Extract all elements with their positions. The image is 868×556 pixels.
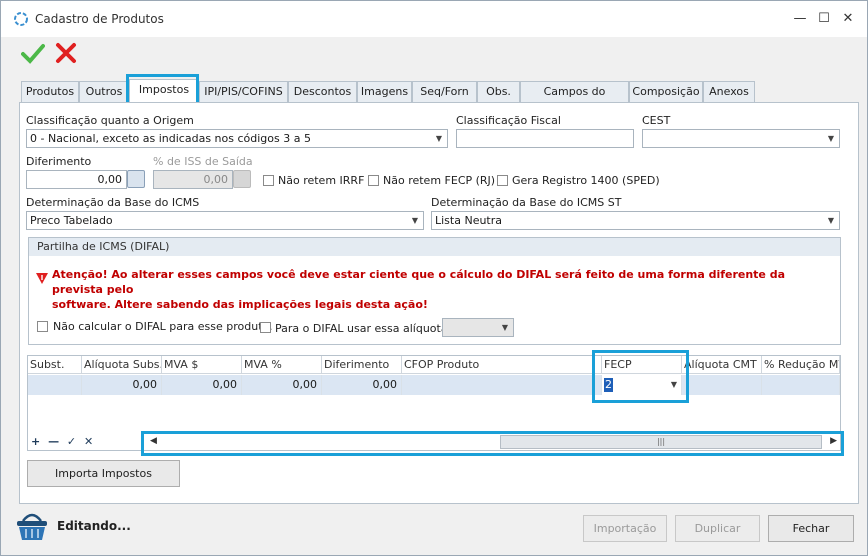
base-icms-value: Preco Tabelado xyxy=(30,214,113,227)
warning-icon xyxy=(36,273,48,284)
base-icms-label: Determinação da Base do ICMS xyxy=(26,196,200,209)
grid-cell-aliquota-cmt[interactable] xyxy=(682,375,762,395)
app-icon xyxy=(14,12,28,26)
add-row-icon[interactable]: + xyxy=(31,435,40,448)
window-title: Cadastro de Produtos xyxy=(35,12,164,26)
cest-select[interactable]: ▼ xyxy=(642,129,840,148)
tab-produtos[interactable]: Produtos xyxy=(21,81,79,103)
diferimento-label: Diferimento xyxy=(26,155,92,168)
difal-warning: Atenção! Ao alterar esses campos você de… xyxy=(52,267,822,312)
grid-header-cfop[interactable]: CFOP Produto xyxy=(402,356,602,374)
duplicar-button[interactable]: Duplicar xyxy=(675,515,760,542)
iss-input[interactable]: 0,00 xyxy=(153,170,233,189)
tab-obs[interactable]: Obs. xyxy=(477,81,520,103)
tab-campos-usuario[interactable]: Campos do Usuário xyxy=(520,81,629,118)
grid-header-subst[interactable]: Subst. xyxy=(28,356,82,374)
tab-anexos[interactable]: Anexos xyxy=(703,81,755,103)
base-icms-st-select[interactable]: Lista Neutra ▼ xyxy=(431,211,840,230)
grid-header-mva-percent[interactable]: MVA % xyxy=(242,356,322,374)
grid-header-mva-valor[interactable]: MVA $ xyxy=(162,356,242,374)
grid-cell-mva-valor[interactable]: 0,00 xyxy=(162,375,242,395)
fiscal-label: Classificação Fiscal xyxy=(456,114,561,127)
title-bar: Cadastro de Produtos — ☐ ✕ xyxy=(1,1,867,37)
aliquota-select[interactable]: ▼ xyxy=(442,318,514,337)
fechar-button[interactable]: Fechar xyxy=(768,515,854,542)
difal-warning-line2: software. Altere sabendo das implicações… xyxy=(52,298,428,311)
importa-impostos-button[interactable]: Importa Impostos xyxy=(27,460,180,487)
horizontal-scrollbar[interactable]: ◀ ||| ▶ xyxy=(141,431,844,456)
nao-calcular-difal-label: Não calcular o DIFAL para esse produto. xyxy=(53,320,273,333)
cancel-row-icon[interactable]: ✕ xyxy=(84,435,93,448)
grid-cell-cfop[interactable] xyxy=(402,375,602,395)
importacao-button[interactable]: Importação xyxy=(583,515,667,542)
grid-header-diferimento[interactable]: Diferimento xyxy=(322,356,402,374)
status-text: Editando... xyxy=(57,519,131,533)
base-icms-st-label: Determinação da Base do ICMS ST xyxy=(431,196,622,209)
calculator-icon[interactable] xyxy=(127,170,145,188)
grid-cell-reducao-mva[interactable] xyxy=(762,375,840,395)
grid-cell-mva-percent[interactable]: 0,00 xyxy=(242,375,322,395)
scroll-right-icon[interactable]: ▶ xyxy=(830,436,837,446)
difal-group-title: Partilha de ICMS (DIFAL) xyxy=(29,238,840,256)
scroll-left-icon[interactable]: ◀ xyxy=(150,436,157,446)
cest-label: CEST xyxy=(642,114,671,127)
grid-header-reducao-mva[interactable]: % Redução MVA xyxy=(762,356,840,374)
gera-registro-label: Gera Registro 1400 (SPED) xyxy=(512,174,660,187)
usar-aliquota-label: Para o DIFAL usar essa alíquota: xyxy=(275,322,452,335)
diferimento-input[interactable]: 0,00 xyxy=(26,170,127,189)
grid-header-aliquota-cmt[interactable]: Alíquota CMT xyxy=(682,356,762,374)
maximize-button[interactable]: ☐ xyxy=(813,9,835,29)
tab-imagens[interactable]: Imagens xyxy=(357,81,412,103)
check-icon[interactable] xyxy=(21,41,45,65)
nao-calcular-difal-checkbox[interactable] xyxy=(37,321,48,332)
grid-cell-subst[interactable] xyxy=(28,375,82,395)
grid-cell-diferimento[interactable]: 0,00 xyxy=(322,375,402,395)
minimize-button[interactable]: — xyxy=(789,9,811,29)
grid-cell-aliquota-subs[interactable]: 0,00 xyxy=(82,375,162,395)
main-window: Cadastro de Produtos — ☐ ✕ Produtos Outr… xyxy=(0,0,868,556)
gera-registro-checkbox[interactable] xyxy=(497,175,508,186)
close-icon[interactable] xyxy=(55,42,77,64)
grid-header-aliquota-subs[interactable]: Alíquota Subs. T xyxy=(82,356,162,374)
nao-retem-fecp-label: Não retem FECP (RJ) xyxy=(383,174,496,187)
chevron-down-icon: ▼ xyxy=(827,216,835,225)
chevron-down-icon: ▼ xyxy=(827,134,835,143)
origem-value: 0 - Nacional, exceto as indicadas nos có… xyxy=(30,132,311,145)
chevron-down-icon: ▼ xyxy=(501,323,509,332)
grid-navigator[interactable]: + — ✓ ✕ xyxy=(31,435,93,448)
fecp-highlight xyxy=(592,350,689,403)
nao-retem-irrf-checkbox[interactable] xyxy=(263,175,274,186)
difal-warning-line1: Atenção! Ao alterar esses campos você de… xyxy=(52,268,786,296)
origem-label: Classificação quanto a Origem xyxy=(26,114,194,127)
basket-icon xyxy=(17,513,47,540)
confirm-row-icon[interactable]: ✓ xyxy=(67,435,76,448)
tab-ipi-pis-cofins[interactable]: IPI/PIS/COFINS xyxy=(199,81,288,103)
close-window-button[interactable]: ✕ xyxy=(837,9,859,29)
nao-retem-irrf-label: Não retem IRRF xyxy=(278,174,365,187)
nao-retem-fecp-checkbox[interactable] xyxy=(368,175,379,186)
scroll-thumb[interactable]: ||| xyxy=(500,435,822,449)
calculator-icon xyxy=(233,170,251,188)
usar-aliquota-checkbox[interactable] xyxy=(260,322,271,333)
fiscal-input[interactable] xyxy=(456,129,634,148)
delete-row-icon[interactable]: — xyxy=(48,435,59,448)
tab-composicao[interactable]: Composição xyxy=(629,81,703,103)
chevron-down-icon: ▼ xyxy=(411,216,419,225)
origem-select[interactable]: 0 - Nacional, exceto as indicadas nos có… xyxy=(26,129,448,148)
tab-descontos[interactable]: Descontos xyxy=(288,81,357,103)
base-icms-st-value: Lista Neutra xyxy=(435,214,503,227)
iss-label: % de ISS de Saída xyxy=(153,155,253,168)
tab-outros[interactable]: Outros xyxy=(79,81,129,103)
base-icms-select[interactable]: Preco Tabelado ▼ xyxy=(26,211,424,230)
chevron-down-icon: ▼ xyxy=(435,134,443,143)
tab-seq-forn[interactable]: Seq/Forn xyxy=(412,81,477,103)
